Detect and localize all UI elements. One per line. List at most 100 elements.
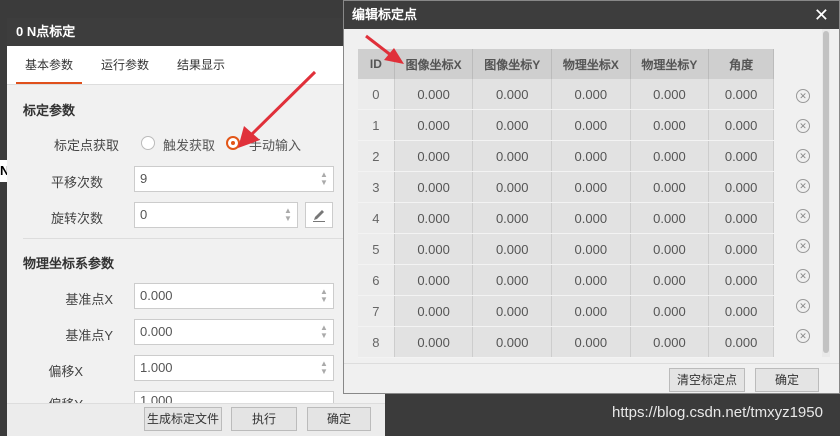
tab-basic-params[interactable]: 基本参数	[16, 46, 82, 84]
cell-image-x[interactable]: 0.000	[394, 109, 474, 141]
cell-physical-y[interactable]: 0.000	[630, 171, 710, 203]
cell-angle[interactable]: 0.000	[708, 202, 774, 234]
cell-image-x[interactable]: 0.000	[394, 295, 474, 327]
table-row[interactable]: 5 0.000 0.000 0.000 0.000 0.000	[358, 233, 774, 265]
cell-angle[interactable]: 0.000	[708, 171, 774, 203]
spin-arrows-icon[interactable]: ▲ ▼	[284, 207, 292, 223]
radio-trigger-label[interactable]: 触发获取	[163, 135, 215, 154]
cell-physical-y[interactable]: 0.000	[630, 326, 710, 358]
vertical-scrollbar[interactable]	[822, 29, 830, 357]
cell-image-y[interactable]: 0.000	[472, 295, 553, 327]
column-header-physical-x[interactable]: 物理坐标X	[551, 49, 631, 79]
cell-image-x[interactable]: 0.000	[394, 233, 474, 265]
offset-y-label: 偏移Y	[27, 394, 83, 403]
section-physical-coords: 物理坐标系参数	[23, 256, 115, 271]
offset-x-stepper[interactable]: 1.000 ▲ ▼	[134, 355, 334, 381]
cell-physical-x[interactable]: 0.000	[551, 171, 631, 203]
table-row[interactable]: 2 0.000 0.000 0.000 0.000 0.000	[358, 140, 774, 172]
cell-id: 1	[358, 109, 395, 141]
cell-image-x[interactable]: 0.000	[394, 79, 474, 110]
cell-image-y[interactable]: 0.000	[472, 109, 553, 141]
table-row[interactable]: 7 0.000 0.000 0.000 0.000 0.000	[358, 295, 774, 327]
spin-arrows-icon[interactable]: ▲ ▼	[320, 360, 328, 376]
table-row[interactable]: 0 0.000 0.000 0.000 0.000 0.000	[358, 79, 774, 110]
cell-physical-y[interactable]: 0.000	[630, 202, 710, 234]
cell-angle[interactable]: 0.000	[708, 140, 774, 172]
rotate-count-stepper[interactable]: 0 ▲ ▼	[134, 202, 298, 228]
cell-angle[interactable]: 0.000	[708, 79, 774, 110]
clear-points-button[interactable]: 清空标定点	[669, 368, 745, 392]
execute-button[interactable]: 执行	[231, 407, 297, 431]
cell-image-y[interactable]: 0.000	[472, 171, 553, 203]
cell-physical-y[interactable]: 0.000	[630, 109, 710, 141]
cell-image-x[interactable]: 0.000	[394, 140, 474, 172]
table-row[interactable]: 8 0.000 0.000 0.000 0.000 0.000	[358, 326, 774, 358]
generate-calibration-file-button[interactable]: 生成标定文件	[144, 407, 222, 431]
cell-angle[interactable]: 0.000	[708, 326, 774, 358]
delete-row-icon[interactable]: ✕	[796, 239, 810, 253]
table-row[interactable]: 4 0.000 0.000 0.000 0.000 0.000	[358, 202, 774, 234]
ref-y-stepper[interactable]: 0.000 ▲ ▼	[134, 319, 334, 345]
scrollbar-thumb[interactable]	[823, 31, 829, 353]
cell-physical-y[interactable]: 0.000	[630, 140, 710, 172]
delete-row-icon[interactable]: ✕	[796, 89, 810, 103]
cell-image-y[interactable]: 0.000	[472, 79, 553, 110]
ref-x-label: 基准点X	[65, 292, 113, 307]
column-header-physical-y[interactable]: 物理坐标Y	[630, 49, 710, 79]
cell-angle[interactable]: 0.000	[708, 264, 774, 296]
radio-trigger-acquire[interactable]	[141, 136, 155, 150]
cell-image-y[interactable]: 0.000	[472, 233, 553, 265]
spin-arrows-icon[interactable]: ▲ ▼	[320, 288, 328, 304]
delete-row-icon[interactable]: ✕	[796, 329, 810, 343]
calibration-points-table: ID 图像坐标X 图像坐标Y 物理坐标X 物理坐标Y 角度 0 0.000 0.00…	[358, 49, 774, 358]
cell-angle[interactable]: 0.000	[708, 233, 774, 265]
table-row[interactable]: 6 0.000 0.000 0.000 0.000 0.000	[358, 264, 774, 296]
cell-physical-x[interactable]: 0.000	[551, 79, 631, 110]
spin-arrows-icon[interactable]: ▲ ▼	[320, 324, 328, 340]
column-header-angle[interactable]: 角度	[708, 49, 774, 79]
delete-row-icon[interactable]: ✕	[796, 119, 810, 133]
cell-image-y[interactable]: 0.000	[472, 264, 553, 296]
ref-x-stepper[interactable]: 0.000 ▲ ▼	[134, 283, 334, 309]
cell-angle[interactable]: 0.000	[708, 295, 774, 327]
cell-angle[interactable]: 0.000	[708, 109, 774, 141]
ref-x-value: 0.000	[140, 288, 173, 303]
ok-button[interactable]: 确定	[307, 407, 371, 431]
cell-physical-x[interactable]: 0.000	[551, 264, 631, 296]
cell-physical-y[interactable]: 0.000	[630, 233, 710, 265]
cell-image-x[interactable]: 0.000	[394, 202, 474, 234]
cell-physical-x[interactable]: 0.000	[551, 140, 631, 172]
offset-y-stepper[interactable]: 1.000	[134, 391, 334, 403]
cell-image-x[interactable]: 0.000	[394, 326, 474, 358]
cell-physical-y[interactable]: 0.000	[630, 79, 710, 110]
tab-run-params[interactable]: 运行参数	[95, 46, 155, 84]
cell-physical-x[interactable]: 0.000	[551, 233, 631, 265]
cell-image-x[interactable]: 0.000	[394, 171, 474, 203]
table-row[interactable]: 1 0.000 0.000 0.000 0.000 0.000	[358, 109, 774, 141]
delete-row-icon[interactable]: ✕	[796, 179, 810, 193]
close-icon[interactable]: ✕	[814, 3, 829, 27]
delete-row-icon[interactable]: ✕	[796, 149, 810, 163]
annotation-arrow-icon	[365, 34, 404, 64]
confirm-button[interactable]: 确定	[755, 368, 819, 392]
delete-row-icon[interactable]: ✕	[796, 209, 810, 223]
cell-image-x[interactable]: 0.000	[394, 264, 474, 296]
tab-result-display[interactable]: 结果显示	[171, 46, 231, 84]
column-header-image-y[interactable]: 图像坐标Y	[472, 49, 553, 79]
offset-x-label: 偏移X	[48, 364, 83, 379]
spin-arrows-icon[interactable]: ▲ ▼	[320, 171, 328, 187]
cell-physical-y[interactable]: 0.000	[630, 264, 710, 296]
table-row[interactable]: 3 0.000 0.000 0.000 0.000 0.000	[358, 171, 774, 203]
cell-physical-y[interactable]: 0.000	[630, 295, 710, 327]
cell-image-y[interactable]: 0.000	[472, 140, 553, 172]
cell-physical-x[interactable]: 0.000	[551, 295, 631, 327]
cell-image-y[interactable]: 0.000	[472, 326, 553, 358]
edit-points-button[interactable]	[305, 202, 333, 228]
cell-physical-x[interactable]: 0.000	[551, 326, 631, 358]
delete-row-icon[interactable]: ✕	[796, 269, 810, 283]
delete-row-icon[interactable]: ✕	[796, 299, 810, 313]
translate-count-stepper[interactable]: 9 ▲ ▼	[134, 166, 334, 192]
cell-physical-x[interactable]: 0.000	[551, 202, 631, 234]
cell-image-y[interactable]: 0.000	[472, 202, 553, 234]
cell-physical-x[interactable]: 0.000	[551, 109, 631, 141]
